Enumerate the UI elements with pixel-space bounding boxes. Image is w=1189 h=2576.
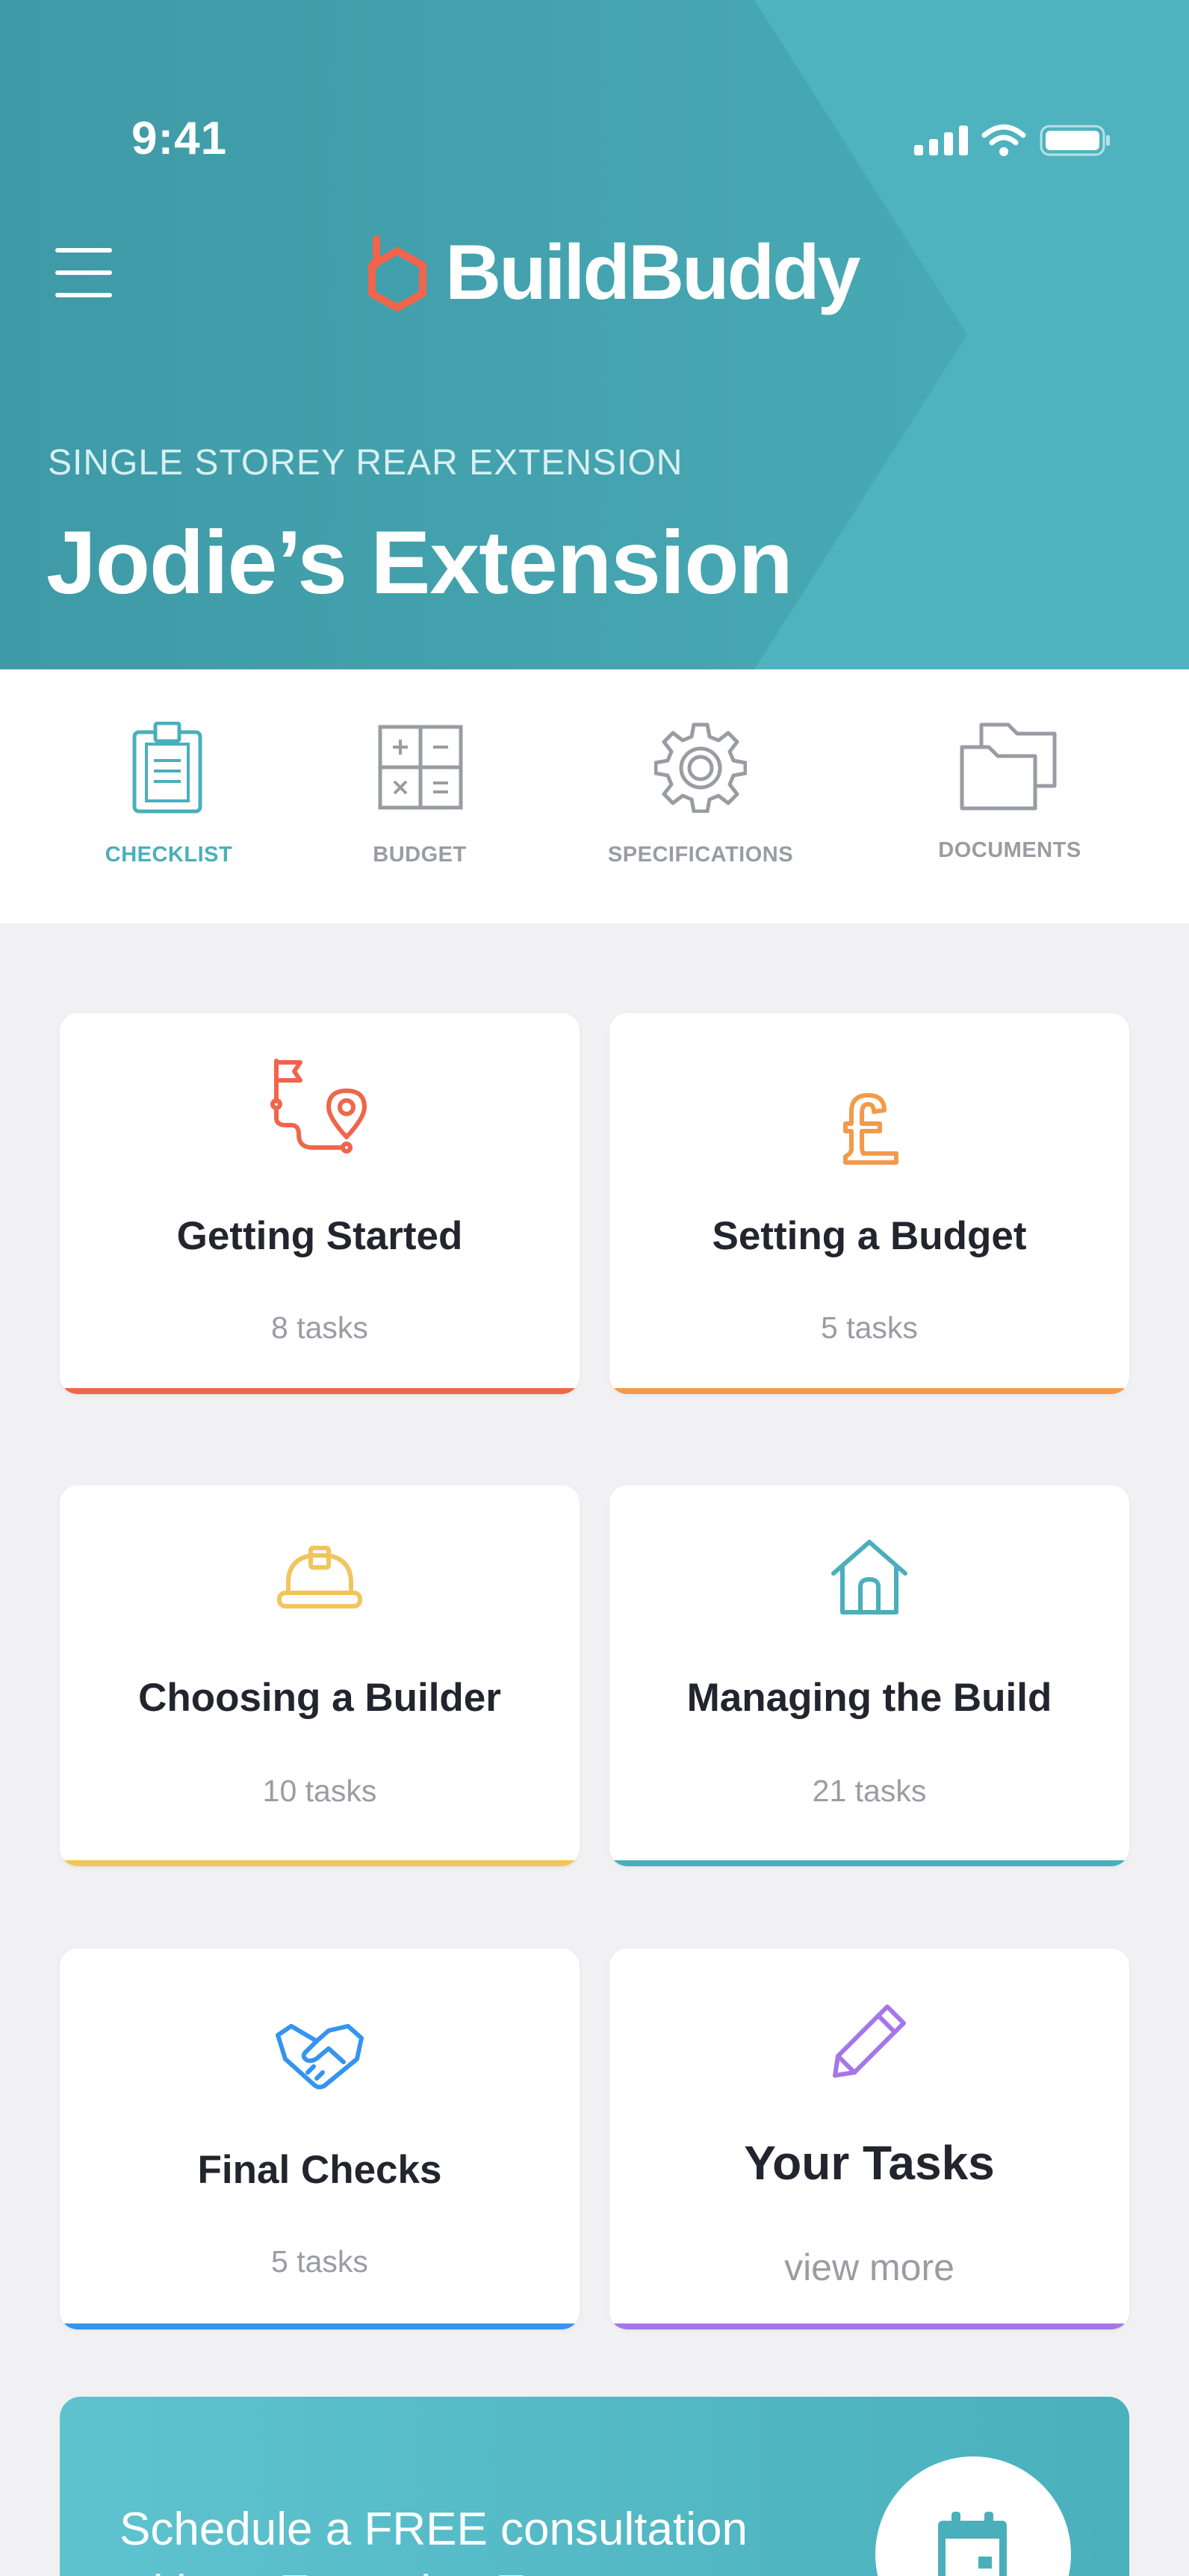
- status-time: 9:41: [131, 113, 228, 164]
- calendar-icon: [938, 2512, 1007, 2576]
- card-subtitle: 10 tasks: [262, 1774, 377, 1808]
- card-accent-bar: [60, 1388, 580, 1394]
- consultation-banner[interactable]: Schedule a FREE consultation with an Ext…: [60, 2397, 1129, 2576]
- card-subtitle: 5 tasks: [821, 1310, 918, 1345]
- app-screen: 9:41 BuildBuddy SINGLE STOREY REAR EXTEN…: [0, 0, 1189, 2576]
- project-header: 9:41 BuildBuddy SINGLE STOREY REAR EXTEN…: [0, 0, 1189, 669]
- card-title: Managing the Build: [686, 1676, 1052, 1720]
- brand-logo: BuildBuddy: [366, 229, 860, 318]
- calendar-button[interactable]: [875, 2456, 1071, 2576]
- house-icon: [831, 1540, 907, 1614]
- route-flag-pin-icon: [270, 1059, 367, 1154]
- project-title: Jodie’s Extension: [46, 513, 793, 613]
- card-getting-started[interactable]: Getting Started 8 tasks: [60, 1013, 580, 1394]
- card-choosing-a-builder[interactable]: Choosing a Builder 10 tasks: [60, 1485, 580, 1866]
- battery-icon: [1040, 125, 1110, 156]
- tab-documents[interactable]: DOCUMENTS: [925, 669, 1095, 923]
- card-title: Your Tasks: [744, 2136, 995, 2190]
- logo-hexagon-icon: [368, 235, 426, 312]
- clipboard-icon: [132, 722, 202, 814]
- view-more-link[interactable]: view more: [609, 2246, 1129, 2289]
- card-subtitle: 5 tasks: [271, 2244, 368, 2279]
- signal-icon: [914, 126, 968, 155]
- hard-hat-icon: [277, 1546, 362, 1609]
- calculator-icon: [378, 725, 463, 810]
- card-accent-bar: [609, 1860, 1129, 1866]
- card-final-checks[interactable]: Final Checks 5 tasks: [60, 1948, 580, 2329]
- status-icons: [914, 124, 1111, 157]
- card-title: Getting Started: [176, 1214, 463, 1258]
- card-subtitle: 8 tasks: [271, 1310, 368, 1345]
- card-title: Final Checks: [197, 2148, 442, 2192]
- tab-label: DOCUMENTS: [938, 838, 1081, 862]
- tab-budget[interactable]: BUDGET: [333, 669, 506, 923]
- card-accent-bar: [609, 1388, 1129, 1394]
- card-accent-bar: [60, 1860, 580, 1866]
- tab-specifications[interactable]: SPECIFICATIONS: [597, 669, 804, 923]
- consultation-text: Schedule a FREE consultation with an Ext…: [119, 2504, 748, 2576]
- card-setting-a-budget[interactable]: Setting a Budget 5 tasks: [609, 1013, 1129, 1394]
- card-accent-bar: [60, 2323, 580, 2329]
- pencil-icon: [833, 2004, 906, 2078]
- card-accent-bar: [609, 2323, 1129, 2329]
- handshake-icon: [276, 2024, 364, 2090]
- card-title: Setting a Budget: [712, 1214, 1027, 1258]
- card-your-tasks[interactable]: Your Tasks view more: [609, 1948, 1129, 2329]
- card-managing-the-build[interactable]: Managing the Build 21 tasks: [609, 1485, 1129, 1866]
- pound-sign-icon: [843, 1093, 898, 1165]
- tab-checklist[interactable]: CHECKLIST: [78, 669, 260, 923]
- folders-icon: [960, 722, 1057, 811]
- gear-icon: [654, 722, 747, 813]
- card-subtitle: 21 tasks: [812, 1774, 927, 1808]
- brand-name: BuildBuddy: [445, 229, 860, 316]
- tab-label: CHECKLIST: [105, 843, 233, 867]
- menu-icon[interactable]: [55, 247, 112, 299]
- card-title: Choosing a Builder: [138, 1676, 501, 1720]
- tab-label: SPECIFICATIONS: [607, 843, 794, 867]
- project-type: SINGLE STOREY REAR EXTENSION: [48, 443, 683, 483]
- tab-label: BUDGET: [373, 843, 467, 867]
- wifi-icon: [981, 124, 1026, 156]
- section-tabs: CHECKLIST BUDGET SPECIFICATIONS DOCUMENT…: [0, 669, 1189, 923]
